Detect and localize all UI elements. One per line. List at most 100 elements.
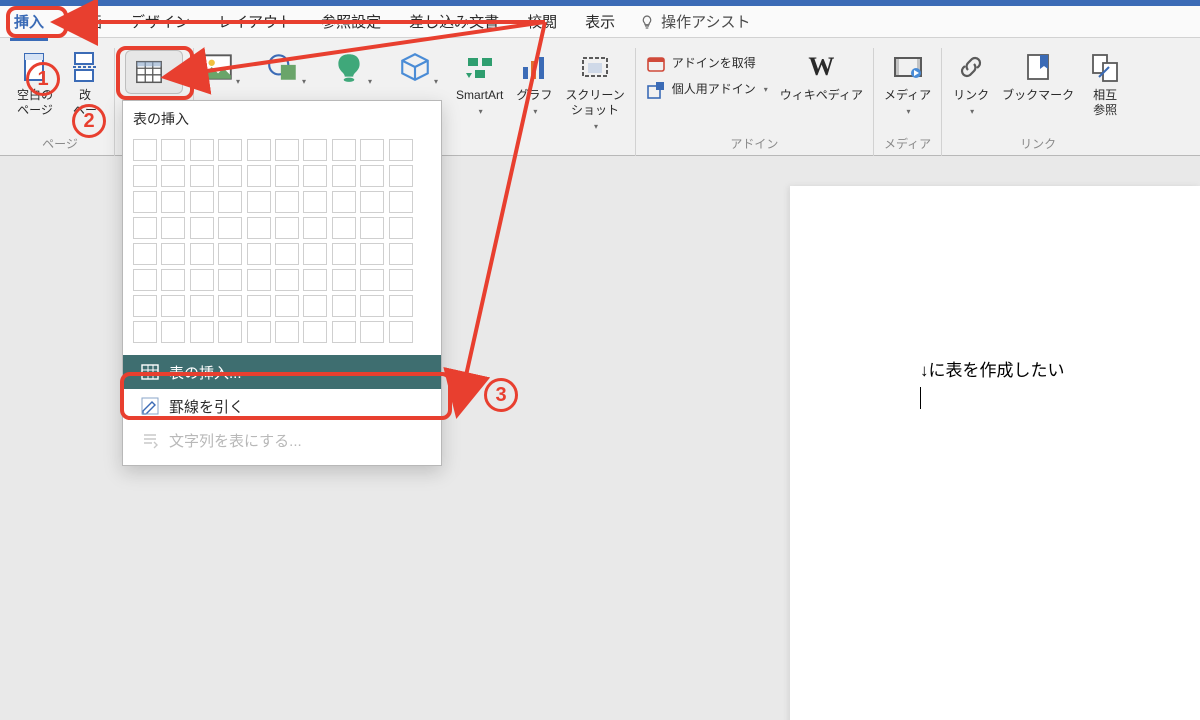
grid-cell[interactable] [161,217,185,239]
grid-cell[interactable] [161,165,185,187]
shapes-icon[interactable]: ▾ [266,50,306,89]
grid-cell[interactable] [332,269,356,291]
grid-cell[interactable] [332,295,356,317]
grid-cell[interactable] [190,165,214,187]
grid-cell[interactable] [247,191,271,213]
grid-cell[interactable] [218,165,242,187]
grid-cell[interactable] [133,165,157,187]
grid-cell[interactable] [360,321,384,343]
grid-cell[interactable] [303,165,327,187]
my-addins-button[interactable]: 個人用アドイン ▾ [644,78,770,100]
tell-me-assist[interactable]: 操作アシスト [639,11,750,32]
grid-cell[interactable] [275,139,299,161]
grid-cell[interactable] [247,295,271,317]
get-addins-button[interactable]: アドインを取得 [644,52,770,74]
grid-cell[interactable] [247,165,271,187]
document-page[interactable]: ↓に表を作成したい [790,186,1200,720]
grid-cell[interactable] [360,243,384,265]
grid-cell[interactable] [275,165,299,187]
picture-icon[interactable]: ▾ [200,50,240,89]
grid-cell[interactable] [190,269,214,291]
bookmark-button[interactable]: ブックマーク [1000,48,1076,103]
grid-cell[interactable] [133,139,157,161]
grid-cell[interactable] [275,243,299,265]
grid-cell[interactable] [218,295,242,317]
grid-cell[interactable] [133,321,157,343]
grid-cell[interactable] [275,321,299,343]
grid-cell[interactable] [389,295,413,317]
grid-cell[interactable] [133,191,157,213]
grid-cell[interactable] [190,191,214,213]
tab-view[interactable]: 表示 [581,7,619,36]
grid-cell[interactable] [161,269,185,291]
grid-cell[interactable] [389,191,413,213]
grid-cell[interactable] [218,139,242,161]
table-size-grid[interactable] [133,139,413,343]
grid-cell[interactable] [389,139,413,161]
grid-cell[interactable] [161,321,185,343]
3d-models-icon[interactable]: ▾ [398,50,438,89]
grid-cell[interactable] [360,191,384,213]
grid-cell[interactable] [190,295,214,317]
grid-cell[interactable] [332,139,356,161]
menu-insert-table[interactable]: 表の挿入... [123,355,441,389]
grid-cell[interactable] [360,217,384,239]
grid-cell[interactable] [389,165,413,187]
grid-cell[interactable] [190,243,214,265]
grid-cell[interactable] [133,295,157,317]
page-break-button[interactable]: 改 ペー [64,48,106,118]
link-button[interactable]: リンク ▾ [950,48,992,117]
menu-draw-table[interactable]: 罫線を引く [133,389,431,423]
grid-cell[interactable] [275,191,299,213]
blank-page-button[interactable]: 空白の ページ [14,48,56,118]
grid-cell[interactable] [389,243,413,265]
grid-cell[interactable] [303,217,327,239]
grid-cell[interactable] [303,295,327,317]
grid-cell[interactable] [247,217,271,239]
grid-cell[interactable] [360,295,384,317]
grid-cell[interactable] [133,217,157,239]
grid-cell[interactable] [218,217,242,239]
grid-cell[interactable] [332,217,356,239]
grid-cell[interactable] [389,217,413,239]
icons-icon[interactable]: ▾ [332,50,372,89]
grid-cell[interactable] [332,321,356,343]
grid-cell[interactable] [389,321,413,343]
grid-cell[interactable] [161,243,185,265]
grid-cell[interactable] [303,243,327,265]
grid-cell[interactable] [247,139,271,161]
grid-cell[interactable] [161,191,185,213]
chart-button[interactable]: グラフ ▾ [513,48,555,117]
grid-cell[interactable] [360,269,384,291]
grid-cell[interactable] [247,321,271,343]
grid-cell[interactable] [247,243,271,265]
grid-cell[interactable] [133,243,157,265]
tab-references[interactable]: 参照設定 [317,7,385,36]
grid-cell[interactable] [190,217,214,239]
smartart-button[interactable]: SmartArt ▾ [454,48,505,117]
grid-cell[interactable] [332,243,356,265]
tab-insert[interactable]: 挿入 [10,7,48,36]
grid-cell[interactable] [218,321,242,343]
crossref-button[interactable]: 相互 参照 [1084,48,1126,118]
grid-cell[interactable] [275,295,299,317]
grid-cell[interactable] [389,269,413,291]
screenshot-button[interactable]: スクリーン ショット ▾ [563,48,626,132]
grid-cell[interactable] [275,217,299,239]
grid-cell[interactable] [303,139,327,161]
grid-cell[interactable] [303,321,327,343]
grid-cell[interactable] [247,269,271,291]
tab-design[interactable]: デザイン [126,7,194,36]
grid-cell[interactable] [190,321,214,343]
grid-cell[interactable] [161,139,185,161]
tab-review[interactable]: 校閲 [523,7,561,36]
grid-cell[interactable] [360,165,384,187]
media-button[interactable]: メディア ▾ [882,48,933,117]
grid-cell[interactable] [218,269,242,291]
grid-cell[interactable] [303,269,327,291]
grid-cell[interactable] [161,295,185,317]
grid-cell[interactable] [332,165,356,187]
grid-cell[interactable] [332,191,356,213]
grid-cell[interactable] [218,191,242,213]
tab-draw[interactable]: 描画 [68,7,106,36]
